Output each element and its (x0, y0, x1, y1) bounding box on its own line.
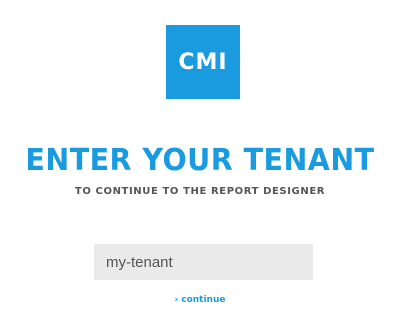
page-title: ENTER YOUR TENANT (25, 143, 375, 178)
continue-link[interactable]: › continue (0, 294, 400, 306)
tenant-input[interactable] (94, 244, 313, 280)
continue-label: continue (181, 295, 226, 305)
cmi-logo: CMI (166, 25, 240, 99)
page-subtitle: TO CONTINUE TO THE REPORT DESIGNER (74, 186, 326, 197)
chevron-right-icon: › (174, 295, 179, 305)
logo-text: CMI (178, 49, 228, 75)
